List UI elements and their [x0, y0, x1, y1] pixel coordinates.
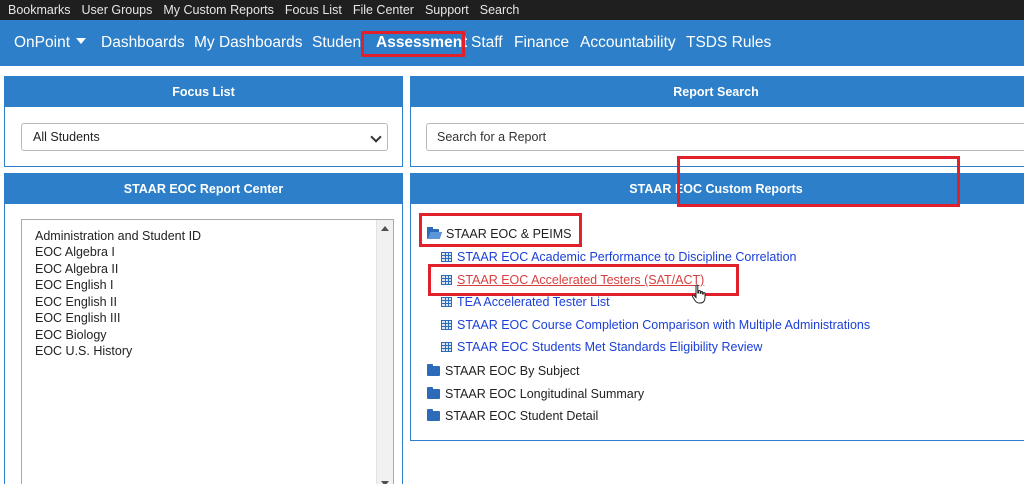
report-link-label: TEA Accelerated Tester List	[457, 295, 610, 309]
list-item[interactable]: EOC English I	[35, 278, 114, 292]
report-search-input[interactable]: Search for a Report	[426, 123, 1024, 151]
list-item[interactable]: EOC U.S. History	[35, 344, 132, 358]
main-nav-bar: OnPoint Dashboards My Dashboards Studen …	[0, 20, 1024, 66]
app-window: Bookmarks User Groups My Custom Reports …	[0, 0, 1024, 484]
list-item[interactable]: EOC Algebra I	[35, 245, 115, 259]
focus-list-selected-value: All Students	[33, 130, 100, 144]
nav-item-dashboards[interactable]: Dashboards	[101, 34, 185, 52]
folder-icon	[427, 364, 440, 376]
table-icon	[441, 252, 452, 262]
hand-cursor-icon	[691, 284, 706, 304]
utility-bar: Bookmarks User Groups My Custom Reports …	[0, 0, 1024, 20]
top-link-focus-list[interactable]: Focus List	[285, 3, 342, 17]
table-icon	[441, 297, 452, 307]
nav-item-finance[interactable]: Finance	[514, 34, 569, 52]
report-link-tea-accelerated-tester-list[interactable]: TEA Accelerated Tester List	[441, 295, 610, 309]
top-link-file-center[interactable]: File Center	[353, 3, 414, 17]
report-link-course-completion[interactable]: STAAR EOC Course Completion Comparison w…	[441, 318, 870, 332]
table-icon	[441, 320, 452, 330]
report-link-accelerated-testers[interactable]: STAAR EOC Accelerated Testers (SAT/ACT)	[441, 273, 704, 287]
report-search-panel: Report Search Search for a Report	[410, 76, 1024, 167]
tree-folder-longitudinal-summary[interactable]: STAAR EOC Longitudinal Summary	[427, 387, 644, 401]
nav-item-my-dashboards[interactable]: My Dashboards	[194, 34, 303, 52]
tree-folder-label: STAAR EOC By Subject	[445, 364, 580, 378]
focus-list-panel: Focus List All Students	[4, 76, 403, 167]
report-link-discipline-correlation[interactable]: STAAR EOC Academic Performance to Discip…	[441, 250, 796, 264]
list-item[interactable]: EOC English II	[35, 295, 117, 309]
tree-folder-label: STAAR EOC Student Detail	[445, 409, 599, 423]
chevron-down-icon	[370, 131, 382, 143]
report-center-panel: STAAR EOC Report Center Administration a…	[4, 173, 403, 484]
custom-reports-panel: STAAR EOC Custom Reports STAAR EOC & PEI…	[410, 173, 1024, 441]
top-link-my-custom-reports[interactable]: My Custom Reports	[163, 3, 273, 17]
tree-folder-label: STAAR EOC & PEIMS	[446, 227, 572, 241]
report-center-listbox[interactable]: Administration and Student ID EOC Algebr…	[21, 219, 394, 484]
tree-folder-student-detail[interactable]: STAAR EOC Student Detail	[427, 409, 598, 423]
scroll-up-arrow-icon[interactable]	[381, 226, 389, 231]
focus-list-select[interactable]: All Students	[21, 123, 388, 151]
report-search-title: Report Search	[411, 77, 1024, 107]
report-link-label: STAAR EOC Course Completion Comparison w…	[457, 318, 871, 332]
folder-open-icon	[427, 227, 443, 239]
caret-down-icon	[76, 38, 87, 44]
tree-folder-by-subject[interactable]: STAAR EOC By Subject	[427, 364, 580, 378]
report-search-placeholder: Search for a Report	[437, 130, 547, 144]
nav-brand-menu[interactable]: OnPoint	[14, 34, 87, 52]
list-item[interactable]: EOC English III	[35, 311, 120, 325]
nav-item-staff[interactable]: Staff	[471, 34, 503, 52]
list-item[interactable]: Administration and Student ID	[35, 229, 201, 243]
folder-icon	[427, 387, 440, 399]
list-item[interactable]: EOC Biology	[35, 328, 107, 342]
table-icon	[441, 342, 452, 352]
report-link-label: STAAR EOC Accelerated Testers (SAT/ACT)	[457, 273, 705, 287]
listbox-scrollbar[interactable]	[376, 220, 393, 484]
report-center-title: STAAR EOC Report Center	[5, 174, 402, 204]
nav-brand-label: OnPoint	[14, 34, 71, 51]
report-link-label: STAAR EOC Students Met Standards Eligibi…	[457, 340, 763, 354]
folder-icon	[427, 409, 440, 421]
top-link-user-groups[interactable]: User Groups	[82, 3, 153, 17]
table-icon	[441, 275, 452, 285]
list-item[interactable]: EOC Algebra II	[35, 262, 118, 276]
custom-reports-title: STAAR EOC Custom Reports	[411, 174, 1024, 204]
top-link-bookmarks[interactable]: Bookmarks	[8, 3, 71, 17]
nav-item-students[interactable]: Studen	[312, 34, 361, 52]
nav-item-assessment[interactable]: Assessment	[376, 34, 467, 52]
top-link-search[interactable]: Search	[480, 3, 520, 17]
report-link-label: STAAR EOC Academic Performance to Discip…	[457, 250, 797, 264]
report-link-met-standards[interactable]: STAAR EOC Students Met Standards Eligibi…	[441, 340, 762, 354]
focus-list-title: Focus List	[5, 77, 402, 107]
tree-folder-label: STAAR EOC Longitudinal Summary	[445, 387, 645, 401]
nav-item-tsds-rules[interactable]: TSDS Rules	[686, 34, 771, 52]
nav-item-accountability[interactable]: Accountability	[580, 34, 676, 52]
tree-folder-staar-eoc-peims[interactable]: STAAR EOC & PEIMS	[427, 227, 572, 241]
top-link-support[interactable]: Support	[425, 3, 469, 17]
